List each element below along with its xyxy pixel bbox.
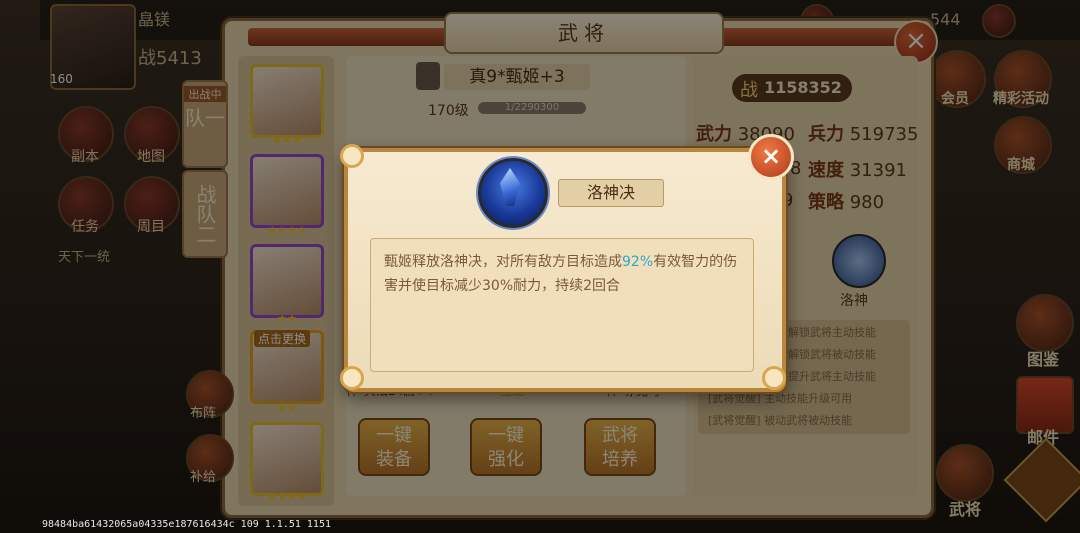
skill-description: 甄姬释放洛神决，对所有敌方目标造成92%有效智力的伤害并使目标减少30%耐力，持… (384, 250, 742, 298)
build-info: 98484ba61432065a04335e187616434c 109 1.1… (42, 519, 331, 530)
popup-close-button[interactable]: × (748, 134, 794, 180)
corner-ornament (340, 144, 364, 168)
corner-ornament (762, 366, 786, 390)
skill-name: 洛神决 (558, 179, 664, 207)
corner-ornament (340, 366, 364, 390)
skill-description-prefix: 甄姬释放洛神决，对所有敌方目标造成 (384, 254, 622, 270)
skill-damage-percent: 92% (622, 254, 654, 270)
